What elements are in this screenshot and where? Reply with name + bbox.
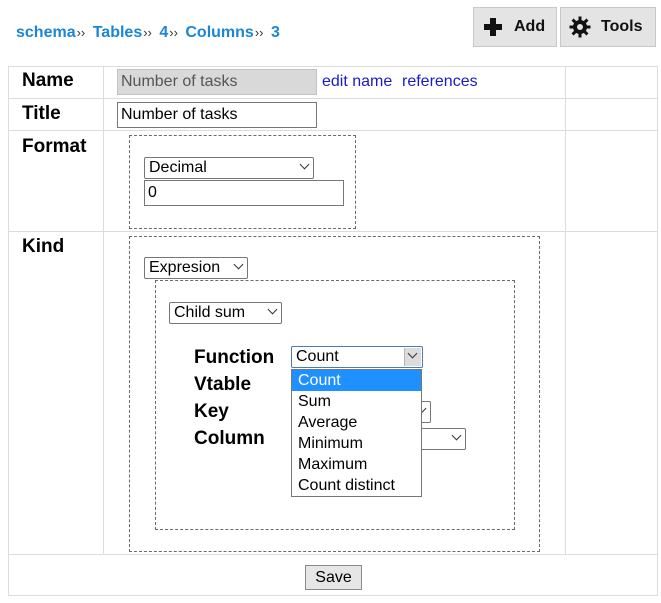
breadcrumb-schema[interactable]: schema bbox=[16, 24, 76, 41]
plus-icon bbox=[484, 18, 502, 36]
function-select[interactable]: Count bbox=[291, 346, 423, 368]
function-option-average[interactable]: Average bbox=[292, 412, 421, 433]
kind-value: Expresion bbox=[149, 259, 221, 276]
tools-button-label: Tools bbox=[601, 18, 643, 35]
breadcrumb-table-4[interactable]: 4 bbox=[159, 24, 168, 41]
function-dropdown-list: Count Sum Average Minimum Maximum Count … bbox=[291, 369, 422, 497]
name-field: Number of tasks bbox=[117, 69, 317, 95]
vtable-label: Vtable bbox=[194, 374, 252, 395]
chevron-down-icon bbox=[233, 259, 244, 270]
expression-value: Child sum bbox=[174, 304, 246, 321]
save-button[interactable]: Save bbox=[305, 565, 362, 590]
function-label: Function bbox=[194, 347, 275, 368]
add-button[interactable]: Add bbox=[473, 7, 557, 47]
breadcrumb-separator: ›› bbox=[254, 25, 264, 40]
kind-select[interactable]: Expresion bbox=[144, 257, 248, 279]
function-option-minimum[interactable]: Minimum bbox=[292, 433, 421, 454]
breadcrumb-separator: ›› bbox=[169, 25, 178, 40]
breadcrumb-separator: ›› bbox=[143, 25, 152, 40]
breadcrumb: schema›› Tables›› 4›› Columns›› 3 bbox=[16, 24, 280, 42]
title-field[interactable]: Number of tasks bbox=[117, 102, 317, 128]
breadcrumb-tables[interactable]: Tables bbox=[93, 24, 143, 41]
format-type-value: Decimal bbox=[149, 159, 207, 176]
key-label: Key bbox=[194, 401, 229, 422]
name-label: Name bbox=[22, 70, 74, 91]
chevron-down-icon bbox=[267, 304, 278, 315]
edit-name-link[interactable]: edit name bbox=[322, 73, 392, 91]
format-type-select[interactable]: Decimal bbox=[144, 157, 314, 179]
references-link[interactable]: references bbox=[402, 73, 478, 91]
function-option-maximum[interactable]: Maximum bbox=[292, 454, 421, 475]
add-button-label: Add bbox=[514, 18, 546, 35]
title-label: Title bbox=[22, 103, 61, 124]
function-option-count-distinct[interactable]: Count distinct bbox=[292, 475, 421, 496]
function-value: Count bbox=[296, 348, 339, 365]
breadcrumb-columns[interactable]: Columns bbox=[185, 24, 253, 41]
function-option-count[interactable]: Count bbox=[292, 370, 421, 391]
function-option-sum[interactable]: Sum bbox=[292, 391, 421, 412]
gear-icon bbox=[569, 16, 591, 38]
expression-select[interactable]: Child sum bbox=[169, 302, 282, 324]
column-label: Column bbox=[194, 428, 265, 449]
chevron-down-icon bbox=[299, 159, 310, 170]
breadcrumb-separator: ›› bbox=[76, 25, 86, 40]
chevron-down-icon bbox=[451, 430, 462, 441]
breadcrumb-column-3[interactable]: 3 bbox=[271, 24, 280, 41]
format-label: Format bbox=[22, 136, 87, 157]
kind-label: Kind bbox=[22, 236, 65, 257]
tools-button[interactable]: Tools bbox=[560, 7, 656, 47]
decimals-field[interactable]: 0 bbox=[144, 180, 344, 206]
